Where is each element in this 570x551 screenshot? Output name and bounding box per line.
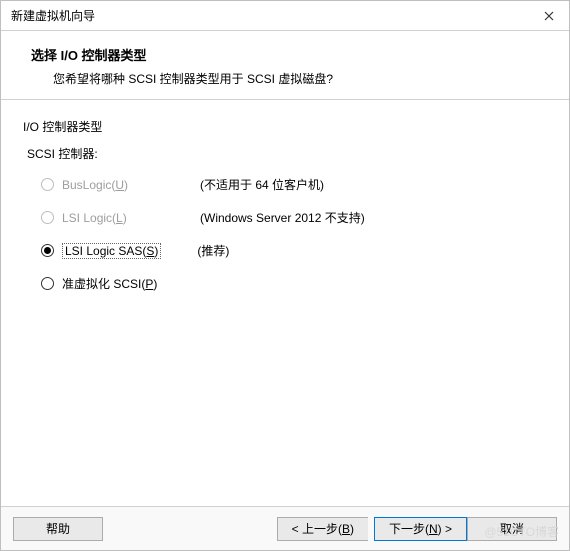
radio-icon — [41, 244, 54, 257]
wizard-footer: 帮助 < 上一步(B) 下一步(N) > 取消 — [1, 506, 569, 550]
group-label: I/O 控制器类型 — [23, 118, 549, 135]
cancel-button[interactable]: 取消 — [467, 517, 557, 541]
option-label: LSI Logic(L) — [62, 211, 182, 225]
option-note: (不适用于 64 位客户机) — [200, 176, 324, 193]
option-paravirtual[interactable]: 准虚拟化 SCSI(P) — [41, 275, 549, 292]
nav-buttons: < 上一步(B) 下一步(N) > — [277, 517, 467, 541]
close-button[interactable] — [529, 1, 569, 31]
window-title: 新建虚拟机向导 — [11, 7, 529, 24]
radio-icon — [41, 211, 54, 224]
controller-options: BusLogic(U) (不适用于 64 位客户机) LSI Logic(L) … — [41, 176, 549, 292]
option-lsilogic-sas[interactable]: LSI Logic SAS(S) (推荐) — [41, 242, 549, 259]
close-icon — [544, 11, 554, 21]
wizard-content: I/O 控制器类型 SCSI 控制器: BusLogic(U) (不适用于 64… — [1, 100, 569, 318]
option-note: (推荐) — [197, 242, 229, 259]
help-button[interactable]: 帮助 — [13, 517, 103, 541]
radio-icon — [41, 277, 54, 290]
option-lsilogic: LSI Logic(L) (Windows Server 2012 不支持) — [41, 209, 549, 226]
wizard-header: 选择 I/O 控制器类型 您希望将哪种 SCSI 控制器类型用于 SCSI 虚拟… — [1, 31, 569, 100]
scsi-label: SCSI 控制器: — [27, 145, 549, 162]
option-label: 准虚拟化 SCSI(P) — [62, 275, 182, 292]
next-button[interactable]: 下一步(N) > — [374, 517, 467, 541]
option-note: (Windows Server 2012 不支持) — [200, 209, 365, 226]
option-label: BusLogic(U) — [62, 178, 182, 192]
titlebar: 新建虚拟机向导 — [1, 1, 569, 31]
radio-icon — [41, 178, 54, 191]
option-label: LSI Logic SAS(S) — [62, 243, 161, 259]
page-subtitle: 您希望将哪种 SCSI 控制器类型用于 SCSI 虚拟磁盘? — [53, 70, 549, 87]
page-title: 选择 I/O 控制器类型 — [31, 45, 549, 64]
option-buslogic: BusLogic(U) (不适用于 64 位客户机) — [41, 176, 549, 193]
back-button[interactable]: < 上一步(B) — [277, 517, 368, 541]
